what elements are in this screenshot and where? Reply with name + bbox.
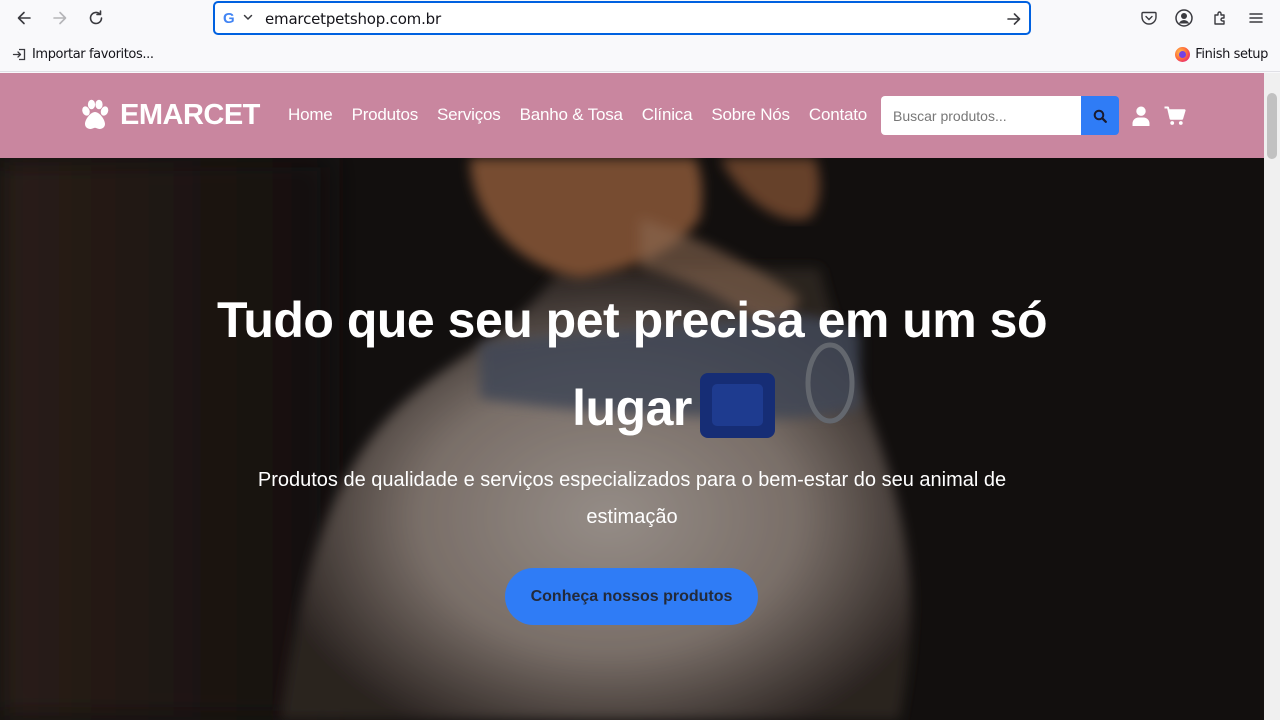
nav-clinica[interactable]: Clínica — [642, 105, 693, 125]
url-text[interactable]: emarcetpetshop.com.br — [265, 10, 441, 28]
nav-produtos[interactable]: Produtos — [352, 105, 419, 125]
account-button[interactable] — [1172, 6, 1196, 30]
back-button[interactable] — [10, 5, 38, 31]
extensions-button[interactable] — [1208, 6, 1232, 30]
search-icon — [1093, 109, 1107, 123]
hero-cta-button[interactable]: Conheça nossos produtos — [505, 568, 758, 625]
user-account-button[interactable] — [1132, 106, 1150, 131]
nav-banho-tosa[interactable]: Banho & Tosa — [520, 105, 623, 125]
firefox-logo-icon — [1175, 47, 1191, 62]
cart-button[interactable] — [1164, 106, 1186, 131]
logo-text: EMARCET — [120, 98, 260, 131]
hero-section: Tudo que seu pet precisa em um só lugar … — [0, 158, 1264, 720]
nav-contato[interactable]: Contato — [809, 105, 867, 125]
import-icon — [12, 48, 26, 61]
page-scrollbar[interactable] — [1264, 73, 1280, 720]
finish-setup-item[interactable]: Finish setup — [1175, 47, 1268, 62]
puzzle-icon — [1214, 11, 1225, 25]
back-arrow-icon — [17, 11, 31, 25]
hero-title: Tudo que seu pet precisa em um só lugar — [217, 292, 1047, 436]
search-input[interactable] — [881, 96, 1081, 135]
pocket-icon — [1141, 11, 1157, 25]
address-bar[interactable]: G emarcetpetshop.com.br — [213, 1, 1031, 35]
menu-button[interactable] — [1244, 6, 1268, 30]
site-logo[interactable]: EMARCET — [78, 98, 260, 132]
shopping-cart-icon — [1164, 106, 1186, 125]
nav-servicos[interactable]: Serviços — [437, 105, 501, 125]
nav-sobre-nos[interactable]: Sobre Nós — [711, 105, 790, 125]
chevron-down-icon[interactable] — [242, 11, 254, 23]
hero-subtitle: Produtos de qualidade e serviços especia… — [257, 469, 1007, 528]
import-bookmarks-label: Importar favoritos... — [32, 47, 154, 62]
browser-toolbar: G emarcetpetshop.com.br — [0, 0, 1280, 38]
forward-button[interactable] — [46, 5, 74, 31]
forward-arrow-icon — [53, 11, 67, 25]
google-icon: G — [223, 10, 235, 27]
page-viewport: EMARCET Home Produtos Serviços Banho & T… — [0, 73, 1264, 720]
go-arrow-icon[interactable] — [1005, 10, 1023, 28]
reload-icon — [89, 10, 103, 25]
nav-home[interactable]: Home — [288, 105, 333, 125]
account-icon — [1175, 9, 1193, 27]
reload-button[interactable] — [82, 5, 110, 31]
scrollbar-thumb[interactable] — [1267, 93, 1277, 159]
pocket-button[interactable] — [1137, 6, 1161, 30]
bookmarks-bar: Importar favoritos... Finish setup — [0, 38, 1280, 72]
paw-icon — [82, 99, 109, 129]
search-button[interactable] — [1081, 96, 1119, 135]
site-header: EMARCET Home Produtos Serviços Banho & T… — [0, 73, 1264, 158]
hamburger-menu-icon — [1249, 13, 1263, 23]
main-nav: Home Produtos Serviços Banho & Tosa Clín… — [288, 105, 867, 125]
import-bookmarks-item[interactable]: Importar favoritos... — [12, 47, 154, 62]
search-form — [881, 96, 1119, 135]
finish-setup-label: Finish setup — [1195, 47, 1268, 62]
user-icon — [1132, 106, 1150, 126]
